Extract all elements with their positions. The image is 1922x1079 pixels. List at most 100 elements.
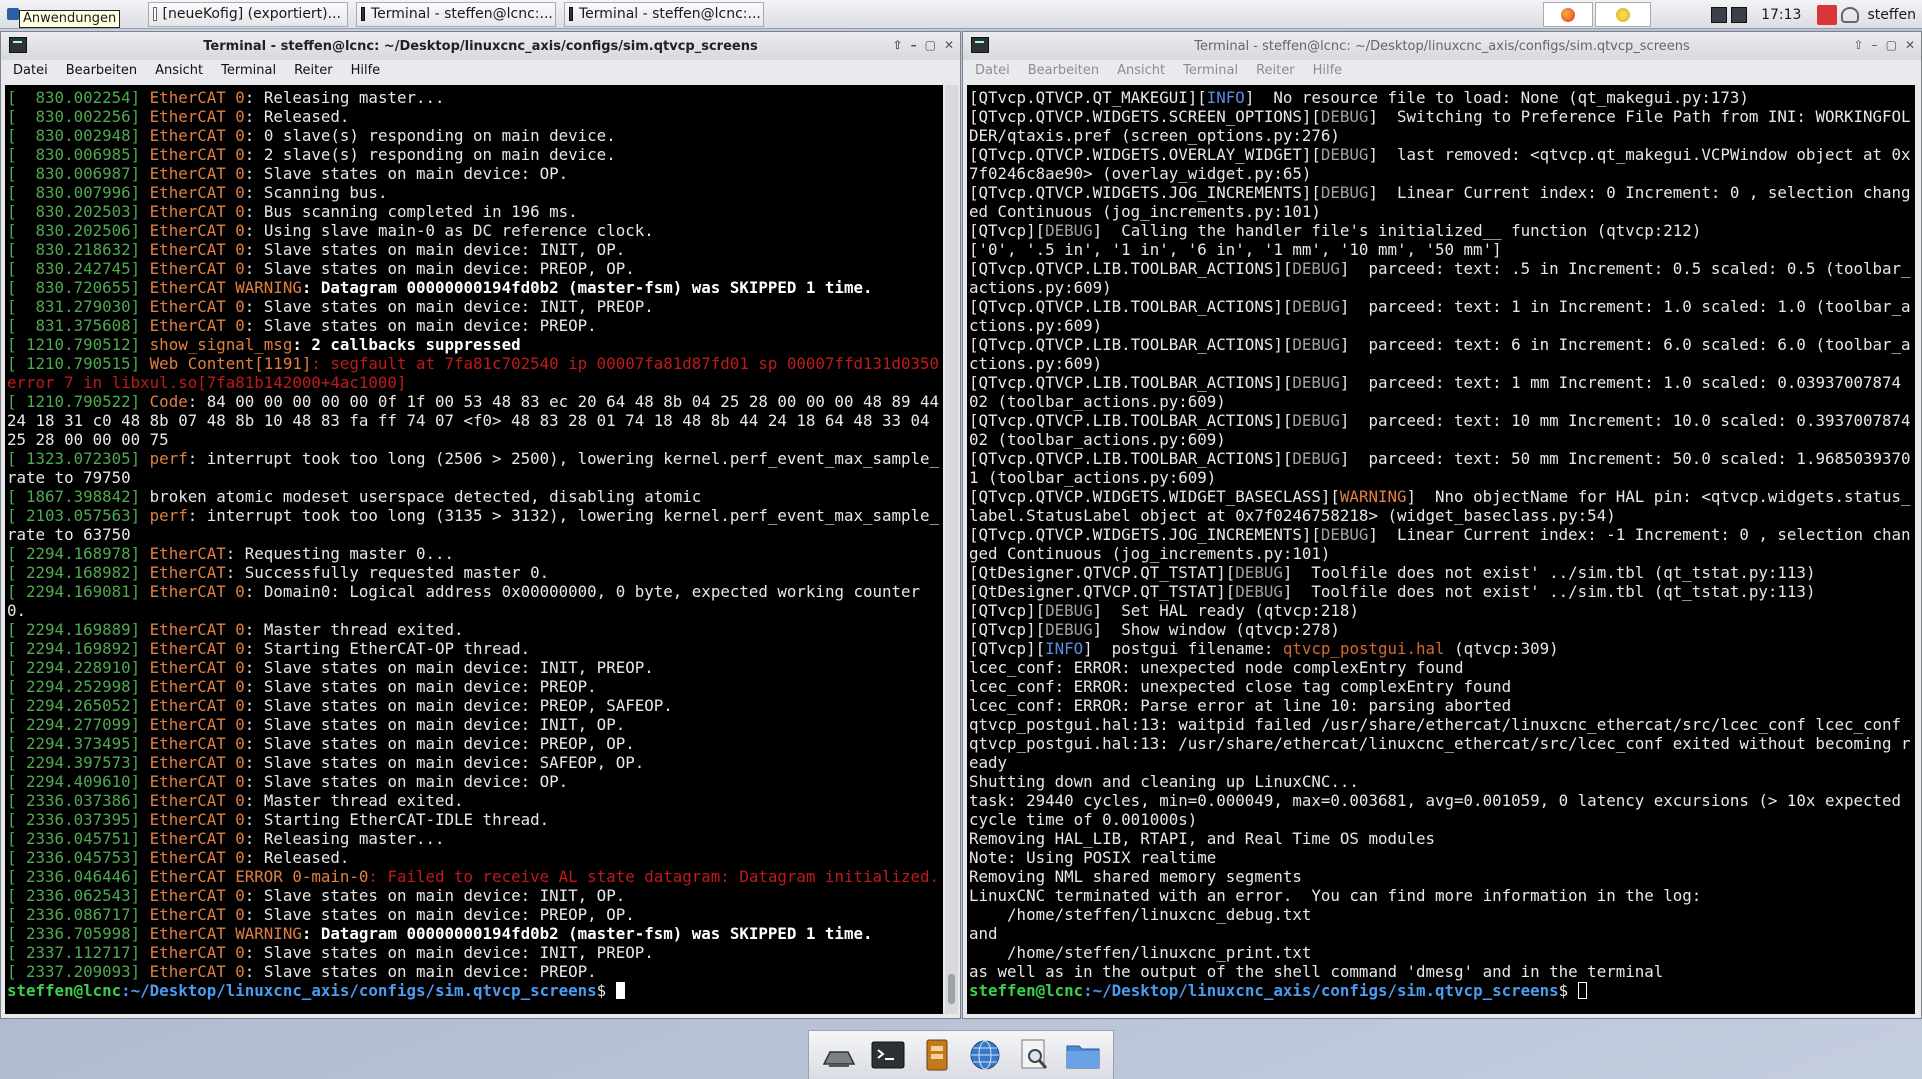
timestamp: [ 2294.168978] — [7, 544, 150, 563]
workspace-2-icon[interactable] — [1731, 6, 1748, 23]
window-titlebar[interactable]: Terminal - steffen@lcnc: ~/Desktop/linux… — [963, 32, 1921, 60]
minimize-icon[interactable]: – — [911, 38, 917, 52]
terminal-line: [ 830.202503] EtherCAT 0: Bus scanning c… — [7, 202, 943, 221]
log-device: 0 — [235, 829, 245, 848]
log-message: : 0 slave(s) responding on main device. — [244, 126, 616, 145]
log-device: 0 — [235, 164, 245, 183]
timestamp: [ 1323.072305] — [7, 449, 150, 468]
menu-bearbeiten[interactable]: Bearbeiten — [66, 63, 137, 78]
terminal-line: [QTvcp.QTVCP.LIB.TOOLBAR_ACTIONS][DEBUG]… — [969, 411, 1915, 449]
log-message: (qtvcp:309) — [1444, 639, 1559, 658]
log-source: EtherCAT — [149, 316, 236, 335]
timestamp: [ 830.202503] — [7, 202, 150, 221]
keep-above-icon[interactable]: ⇧ — [893, 38, 903, 52]
user-menu[interactable]: steffen — [1867, 7, 1916, 23]
menu-reiter[interactable]: Reiter — [294, 63, 333, 78]
log-source: EtherCAT — [149, 259, 236, 278]
log-tag: [QTvcp.QTVCP.LIB.TOOLBAR_ACTIONS][ — [969, 449, 1293, 468]
log-source: EtherCAT — [149, 544, 226, 563]
terminal-line: [ 2336.037386] EtherCAT 0: Master thread… — [7, 791, 943, 810]
log-tag: [QTvcp.QTVCP.WIDGETS.OVERLAY_WIDGET][ — [969, 145, 1321, 164]
log-source: EtherCAT — [149, 943, 236, 962]
menu-datei[interactable]: Datei — [13, 63, 48, 78]
menu-terminal[interactable]: Terminal — [221, 63, 276, 78]
minimize-icon[interactable]: – — [1872, 38, 1878, 52]
home-folder-launcher[interactable] — [1063, 1036, 1103, 1074]
log-device: 0 — [235, 240, 245, 259]
menu-terminal[interactable]: Terminal — [1183, 63, 1238, 78]
log-message: : Releasing master... — [244, 88, 445, 107]
log-tag: [QTvcp][ — [969, 620, 1046, 639]
window-titlebar[interactable]: Terminal - steffen@lcnc: ~/Desktop/linux… — [1, 32, 960, 60]
log-level: DEBUG — [1320, 145, 1369, 164]
prompt-user: steffen@lcnc — [969, 981, 1084, 1000]
log-message: : Slave states on main device: PREOP. — [244, 962, 597, 981]
terminal-line: [ 2294.409610] EtherCAT 0: Slave states … — [7, 772, 943, 791]
clock[interactable]: 17:13 — [1761, 7, 1801, 23]
timestamp: [ 2336.046446] — [7, 867, 150, 886]
terminal-line: [ 2103.057563] perf: interrupt took too … — [7, 506, 943, 544]
terminal-window-right[interactable]: Terminal - steffen@lcnc: ~/Desktop/linux… — [962, 31, 1922, 1019]
workspace-1-icon[interactable] — [1711, 6, 1728, 23]
document-icon — [153, 7, 157, 21]
log-tag: [QTvcp.QTVCP.LIB.TOOLBAR_ACTIONS][ — [969, 335, 1293, 354]
log-message: : Successfully requested master 0. — [225, 563, 550, 582]
file-manager-launcher[interactable] — [917, 1036, 957, 1074]
scrollbar-thumb[interactable] — [948, 974, 955, 1004]
close-icon[interactable]: ✕ — [944, 38, 954, 52]
mail-launcher[interactable] — [1595, 2, 1652, 27]
log-device: 0 — [235, 791, 245, 810]
network-icon[interactable] — [1841, 6, 1860, 23]
log-message: ] Set HAL ready (qtvcp:218) — [1092, 601, 1359, 620]
terminal-output[interactable]: [ 830.002254] EtherCAT 0: Releasing mast… — [5, 85, 943, 1014]
terminal-launcher[interactable] — [868, 1036, 908, 1074]
terminal-icon — [9, 37, 27, 53]
terminal-line: [ 2294.252998] EtherCAT 0: Slave states … — [7, 677, 943, 696]
terminal-window-left[interactable]: Terminal - steffen@lcnc: ~/Desktop/linux… — [0, 31, 961, 1019]
log-device: 0 — [235, 810, 245, 829]
applications-menu-button[interactable]: Anwendungen — [2, 1, 121, 28]
menu-reiter[interactable]: Reiter — [1256, 63, 1295, 78]
terminal-output[interactable]: [QTvcp.QTVCP.QT_MAKEGUI][INFO] No resour… — [967, 85, 1915, 1014]
log-source: EtherCAT — [149, 734, 236, 753]
menu-bearbeiten[interactable]: Bearbeiten — [1028, 63, 1099, 78]
menu-hilfe[interactable]: Hilfe — [351, 63, 381, 78]
firefox-launcher[interactable] — [1543, 2, 1594, 27]
terminal-line: [ 2336.045751] EtherCAT 0: Releasing mas… — [7, 829, 943, 848]
menubar: Datei Bearbeiten Ansicht Terminal Reiter… — [1, 60, 960, 81]
taskbar-label: Terminal - steffen@lcnc:... — [371, 6, 553, 22]
terminal-line: Note: Using POSIX realtime — [969, 848, 1915, 867]
menu-ansicht[interactable]: Ansicht — [155, 63, 203, 78]
log-tag: [QTvcp.QTVCP.LIB.TOOLBAR_ACTIONS][ — [969, 411, 1293, 430]
applications-icon — [7, 7, 19, 20]
taskbar-button-terminal-2[interactable]: Terminal - steffen@lcnc:... — [564, 1, 764, 27]
search-launcher[interactable] — [1014, 1036, 1054, 1074]
maximize-icon[interactable]: ▢ — [1886, 38, 1897, 52]
log-tag: [QTvcp][ — [969, 221, 1046, 240]
maximize-icon[interactable]: ▢ — [925, 38, 936, 52]
menu-hilfe[interactable]: Hilfe — [1313, 63, 1343, 78]
timestamp: [ 831.279030] — [7, 297, 150, 316]
taskbar-button-editor[interactable]: [neueKofig] (exportiert)... — [148, 1, 348, 27]
keep-above-icon[interactable]: ⇧ — [1854, 38, 1864, 52]
terminal-line: lcec_conf: ERROR: Parse error at line 10… — [969, 696, 1915, 715]
log-message: : Slave states on main device: PREOP. — [244, 316, 597, 335]
log-level: DEBUG — [1320, 525, 1369, 544]
prompt-symbol: $ — [596, 981, 616, 1000]
notification-icon[interactable] — [1817, 4, 1838, 25]
close-icon[interactable]: ✕ — [1905, 38, 1915, 52]
timestamp: [ 2294.169081] — [7, 582, 150, 601]
web-browser-launcher[interactable] — [965, 1036, 1005, 1074]
show-desktop-button[interactable] — [819, 1036, 859, 1074]
timestamp: [ 2336.705998] — [7, 924, 150, 943]
taskbar-button-terminal-1[interactable]: Terminal - steffen@lcnc:... — [356, 1, 556, 27]
log-source: show_signal_msg — [149, 335, 293, 354]
terminal-line: [QTvcp.QTVCP.LIB.TOOLBAR_ACTIONS][DEBUG]… — [969, 259, 1915, 297]
scrollbar[interactable] — [945, 85, 958, 1014]
log-source: Code — [149, 392, 188, 411]
terminal-line: Removing HAL_LIB, RTAPI, and Real Time O… — [969, 829, 1915, 848]
menu-datei[interactable]: Datei — [975, 63, 1010, 78]
terminal-line: [ 2294.228910] EtherCAT 0: Slave states … — [7, 658, 943, 677]
menu-ansicht[interactable]: Ansicht — [1117, 63, 1165, 78]
terminal-line: [ 1867.398842] broken atomic modeset use… — [7, 487, 943, 506]
